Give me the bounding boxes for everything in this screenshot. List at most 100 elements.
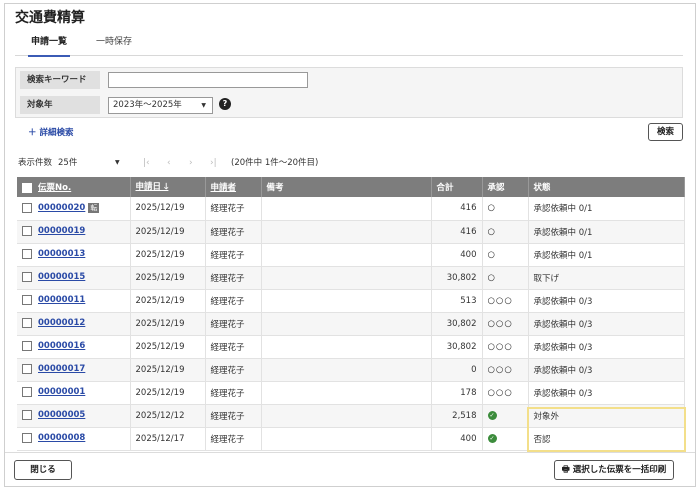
cell-status: 承認依頼中 0/3 — [528, 358, 685, 382]
header-total: 合計 — [431, 177, 483, 197]
approved-check-icon: ✓ — [487, 410, 497, 420]
cell-note — [261, 243, 432, 267]
table-row: 00000011 2025/12/19 経理花子 513 ○○○ 承認依頼中 0/3 — [17, 289, 685, 313]
help-icon[interactable]: ? — [219, 98, 231, 110]
header-date-label: 申請日 — [135, 181, 162, 192]
slip-link[interactable]: 00000016 — [38, 341, 85, 351]
tab-application-list[interactable]: 申請一覧 — [27, 36, 71, 57]
close-button[interactable]: 閉じる — [14, 460, 72, 480]
header-applicant[interactable]: 申請者 — [205, 177, 262, 197]
cell-status: 承認依頼中 0/3 — [528, 312, 685, 336]
row-checkbox[interactable] — [22, 226, 32, 237]
first-page-icon[interactable]: |‹ — [143, 156, 150, 170]
cell-slip: 00000008 — [17, 427, 131, 451]
row-checkbox[interactable] — [22, 364, 32, 375]
cell-status: 承認依頼中 0/3 — [528, 381, 685, 405]
row-checkbox[interactable] — [22, 318, 32, 329]
slip-link[interactable]: 00000012 — [38, 318, 85, 328]
year-select[interactable]: 2023年～2025年 ▼ — [108, 97, 213, 114]
keyword-input[interactable] — [108, 72, 308, 88]
slip-link[interactable]: 00000011 — [38, 295, 85, 305]
bulk-print-label: 選択した伝票を一括印刷 — [572, 465, 667, 475]
search-panel: 検索キーワード 対象年 2023年～2025年 ▼ ? — [15, 67, 683, 118]
row-checkbox[interactable] — [22, 387, 32, 398]
cell-status: 承認依頼中 0/1 — [528, 243, 685, 267]
advanced-search-link[interactable]: ＋ 詳細検索 — [28, 126, 73, 138]
sort-descending-icon: 🡓 — [163, 181, 169, 192]
header-note: 備考 — [261, 177, 432, 197]
slip-link[interactable]: 00000008 — [38, 433, 85, 443]
cell-date: 2025/12/12 — [130, 404, 206, 428]
chevron-down-icon[interactable]: ▼ — [115, 156, 120, 170]
cell-date: 2025/12/19 — [130, 358, 206, 382]
cell-approval: ○ — [482, 220, 529, 244]
table-row: 00000008 2025/12/17 経理花子 400 ✓ 否認 — [17, 427, 685, 451]
cell-applicant: 経理花子 — [205, 220, 262, 244]
row-checkbox[interactable] — [22, 203, 32, 213]
cell-note — [261, 220, 432, 244]
page-title: 交通費精算 — [15, 10, 85, 26]
slip-link[interactable]: 00000013 — [38, 249, 85, 259]
header-date[interactable]: 申請日 🡓 — [130, 177, 206, 197]
slip-link[interactable]: 00000005 — [38, 410, 85, 420]
cell-slip: 00000016 — [17, 335, 131, 359]
cell-slip: 00000005 — [17, 404, 131, 428]
cell-status: 承認依頼中 0/3 — [528, 335, 685, 359]
slip-link[interactable]: 00000020 — [38, 203, 85, 213]
cell-status: 否認 — [528, 427, 685, 451]
approval-pending-icons: ○○○ — [487, 364, 513, 375]
slip-link[interactable]: 00000015 — [38, 272, 85, 282]
cell-applicant: 経理花子 — [205, 335, 262, 359]
slip-link[interactable]: 00000017 — [38, 364, 85, 374]
header-slip-label: 伝票No. — [38, 183, 72, 193]
slip-link[interactable]: 00000019 — [38, 226, 85, 236]
row-checkbox[interactable] — [22, 410, 32, 421]
table-row: 00000013 2025/12/19 経理花子 400 ○ 承認依頼中 0/1 — [17, 243, 685, 267]
cell-applicant: 経理花子 — [205, 312, 262, 336]
cell-total: 400 — [431, 243, 483, 267]
cell-status: 取下げ — [528, 266, 685, 290]
cell-total: 2,518 — [431, 404, 483, 428]
row-checkbox[interactable] — [22, 295, 32, 306]
row-checkbox[interactable] — [22, 249, 32, 260]
keyword-row: 検索キーワード — [16, 68, 682, 92]
cell-total: 30,802 — [431, 335, 483, 359]
table-row: 00000015 2025/12/19 経理花子 30,802 ○ 取下げ — [17, 266, 685, 290]
select-all-checkbox[interactable] — [22, 182, 32, 193]
approval-pending-icons: ○○○ — [487, 318, 513, 329]
table-row: 00000019 2025/12/19 経理花子 416 ○ 承認依頼中 0/1 — [17, 220, 685, 244]
cell-applicant: 経理花子 — [205, 266, 262, 290]
cell-approval: ✓ — [482, 427, 529, 451]
row-checkbox[interactable] — [22, 341, 32, 352]
cell-note — [261, 404, 432, 428]
slip-link[interactable]: 00000001 — [38, 387, 85, 397]
cell-approval: ○○○ — [482, 358, 529, 382]
last-page-icon[interactable]: ›| — [210, 156, 217, 170]
table-header-row: 伝票No. 申請日 🡓 申請者 備考 合計 承認 状態 — [17, 177, 685, 197]
cell-note — [261, 358, 432, 382]
transfer-tag: 転 — [88, 203, 100, 213]
cell-note — [261, 197, 432, 221]
header-slip-no[interactable]: 伝票No. — [17, 177, 131, 197]
tab-draft[interactable]: 一時保存 — [96, 36, 132, 56]
cell-total: 400 — [431, 427, 483, 451]
row-checkbox[interactable] — [22, 433, 32, 444]
row-checkbox[interactable] — [22, 272, 32, 283]
approval-pending-icons: ○ — [487, 249, 496, 260]
cell-status: 承認依頼中 0/1 — [528, 197, 685, 221]
cell-approval: ○○○ — [482, 289, 529, 313]
result-count: (20件中 1件～20件目) — [231, 158, 319, 168]
bulk-print-button[interactable]: 🖶 選択した伝票を一括印刷 — [554, 460, 674, 480]
printer-icon: 🖶 — [561, 465, 570, 475]
cell-applicant: 経理花子 — [205, 289, 262, 313]
cell-applicant: 経理花子 — [205, 243, 262, 267]
cell-approval: ○ — [482, 197, 529, 221]
approval-pending-icons: ○ — [487, 203, 496, 214]
cell-note — [261, 289, 432, 313]
search-button[interactable]: 検索 — [648, 123, 683, 141]
per-page-select[interactable]: 25件 — [58, 156, 77, 170]
prev-page-icon[interactable]: ‹ — [167, 156, 171, 170]
next-page-icon[interactable]: › — [189, 156, 193, 170]
cell-date: 2025/12/19 — [130, 335, 206, 359]
cell-note — [261, 427, 432, 451]
